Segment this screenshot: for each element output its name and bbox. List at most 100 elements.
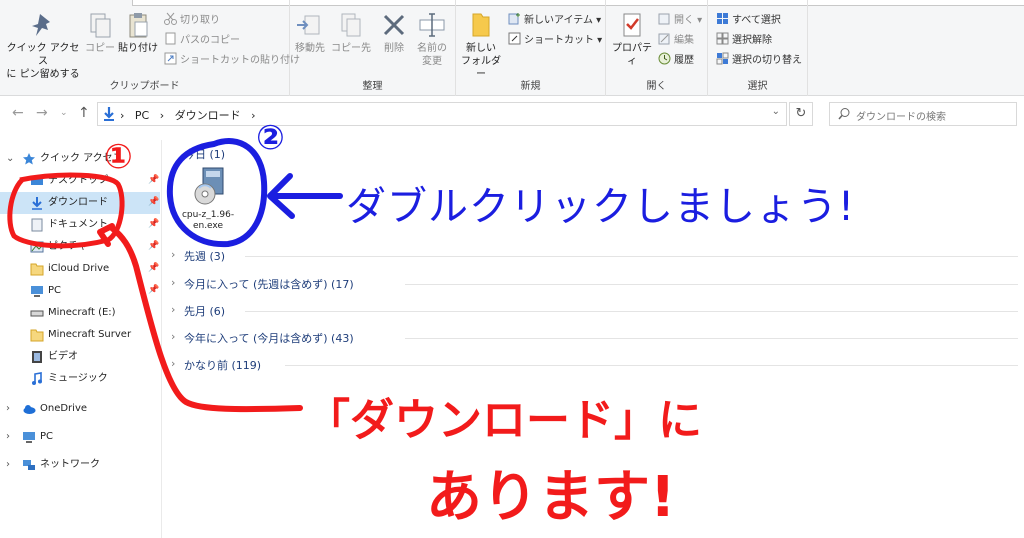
pin-icon: 📌	[148, 197, 160, 207]
select-all-button[interactable]: すべて選択	[716, 12, 781, 28]
copy-path-label: パスのコピー	[180, 35, 240, 46]
new-item-button[interactable]: 新しいアイテム ▾	[508, 12, 601, 28]
new-folder-button[interactable]: 新しい フォルダー	[460, 10, 502, 81]
address-dropdown-icon[interactable]: ⌄	[772, 106, 780, 117]
nav-item-pc-quick[interactable]: PC 📌	[0, 280, 160, 302]
nav-item-videos[interactable]: ビデオ	[0, 346, 160, 368]
breadcrumb-pc[interactable]: PC	[135, 109, 149, 122]
move-to-button[interactable]: 移動先	[290, 10, 330, 55]
clipboard-group: クイック アクセス に ピン留めする コピー 貼り付け 切り取り パスのコピー …	[0, 0, 300, 96]
group-today-label: 今日 (1)	[184, 148, 226, 161]
copy-label: コピー	[85, 43, 115, 54]
back-arrow-icon[interactable]: ←	[12, 105, 24, 121]
copy-button[interactable]: コピー	[82, 10, 118, 55]
edit-icon	[658, 32, 671, 45]
shortcut-icon	[508, 32, 521, 45]
pictures-icon	[30, 240, 44, 254]
select-none-icon	[716, 32, 729, 45]
invert-selection-button[interactable]: 選択の切り替え	[716, 52, 802, 68]
select-none-button[interactable]: 選択解除	[716, 32, 772, 48]
paste-shortcut-button[interactable]: ショートカットの貼り付け	[164, 52, 300, 68]
nav-item-desktop[interactable]: デスクトップ 📌	[0, 170, 160, 192]
nav-item-minecraft-server[interactable]: Minecraft Surver	[0, 324, 160, 346]
nav-item-pictures[interactable]: ピクチャ 📌	[0, 236, 160, 258]
group-this-year-label: 今年に入って (今月は含めず) (43)	[184, 332, 354, 345]
delete-button[interactable]: 削除	[376, 10, 412, 55]
group-this-month[interactable]: › 今月に入って (先週は含めず) (17)	[165, 274, 1024, 294]
properties-icon	[617, 10, 647, 40]
history-button[interactable]: 履歴	[658, 52, 694, 68]
group-divider	[245, 311, 1018, 312]
organize-group: 移動先 コピー先 削除 名前の 変更 整理	[290, 0, 456, 96]
pin-to-quick-access-button[interactable]: クイック アクセス に ピン留めする	[4, 10, 82, 81]
group-last-month[interactable]: › 先月 (6)	[165, 301, 1024, 321]
search-input[interactable]: ダウンロードの検索	[829, 102, 1017, 126]
nav-item-music[interactable]: ミュージック	[0, 368, 160, 390]
copy-to-button[interactable]: コピー先	[330, 10, 372, 55]
edit-label: 編集	[674, 35, 694, 46]
properties-label: プロパティ	[612, 43, 652, 67]
search-icon	[838, 107, 851, 123]
nav-item-label: ピクチャ	[48, 241, 88, 252]
open-group: プロパティ 開く ▾ 編集 履歴 開く	[606, 0, 708, 96]
nav-quick-access[interactable]: ⌄ クイック アクセス	[0, 148, 160, 170]
group-today[interactable]: 今日 (1)	[165, 144, 1024, 164]
downloads-location-annotation-line1: 「ダウンロード」に	[306, 395, 702, 446]
select-all-icon	[716, 12, 729, 25]
move-to-label: 移動先	[295, 43, 325, 54]
copy-to-label: コピー先	[331, 43, 371, 54]
pin-icon: 📌	[148, 241, 160, 251]
copy-icon	[85, 10, 115, 40]
group-last-week[interactable]: › 先週 (3)	[165, 246, 1024, 266]
breadcrumb-downloads[interactable]: ダウンロード	[175, 109, 241, 122]
pin-icon: 📌	[148, 175, 160, 185]
select-all-label: すべて選択	[732, 15, 781, 26]
copy-path-button[interactable]: パスのコピー	[164, 32, 240, 48]
folder-icon	[466, 10, 496, 40]
desktop-icon	[30, 174, 44, 188]
collapsed-chevron-icon: ›	[6, 403, 10, 414]
network-icon	[22, 458, 36, 472]
nav-item-documents[interactable]: ドキュメント 📌	[0, 214, 160, 236]
group-long-ago[interactable]: › かなり前 (119)	[165, 355, 1024, 375]
cut-button[interactable]: 切り取り	[164, 12, 220, 28]
select-none-label: 選択解除	[732, 35, 772, 46]
number-two-annotation: ②	[256, 118, 285, 158]
group-divider	[245, 256, 1018, 257]
easy-access-button[interactable]: ショートカット ▾	[508, 32, 602, 48]
open-button[interactable]: 開く ▾	[658, 12, 702, 28]
breadcrumb-sep-end: ›	[251, 109, 256, 122]
new-group: 新しい フォルダー 新しいアイテム ▾ ショートカット ▾ 新規	[456, 0, 606, 96]
paste-button[interactable]: 貼り付け	[118, 10, 158, 55]
collapsed-chevron-icon: ›	[171, 303, 176, 316]
group-this-month-label: 今月に入って (先週は含めず) (17)	[184, 278, 354, 291]
organize-group-label: 整理	[362, 81, 383, 92]
file-item[interactable]: cpu-z_1.96- en.exe	[171, 166, 245, 244]
history-icon	[658, 52, 671, 65]
nav-network[interactable]: › ネットワーク	[0, 454, 160, 476]
edit-button[interactable]: 編集	[658, 32, 694, 48]
group-this-year[interactable]: › 今年に入って (今月は含めず) (43)	[165, 328, 1024, 348]
up-arrow-icon[interactable]: ↑	[78, 105, 90, 121]
file-name-line1: cpu-z_1.96-	[181, 210, 235, 220]
recent-chevron-icon[interactable]: ⌄	[60, 108, 68, 118]
nav-item-downloads[interactable]: ダウンロード 📌	[0, 192, 160, 214]
breadcrumb-sep-root: ›	[120, 109, 125, 122]
address-bar[interactable]: › PC › ダウンロード › ⌄	[97, 102, 787, 126]
group-long-ago-label: かなり前 (119)	[184, 359, 262, 372]
rename-button[interactable]: 名前の 変更	[412, 10, 452, 68]
forward-arrow-icon[interactable]: →	[36, 105, 48, 121]
nav-item-label: ダウンロード	[48, 197, 108, 208]
paste-shortcut-label: ショートカットの貼り付け	[180, 55, 300, 66]
nav-pc[interactable]: › PC	[0, 426, 160, 448]
properties-button[interactable]: プロパティ	[610, 10, 654, 68]
nav-item-icloud-drive[interactable]: iCloud Drive 📌	[0, 258, 160, 280]
nav-item-label: PC	[48, 285, 62, 296]
refresh-button[interactable]: ↻	[789, 102, 813, 126]
invert-selection-icon	[716, 52, 729, 65]
nav-onedrive[interactable]: › OneDrive	[0, 398, 160, 420]
rename-label-line2: 変更	[422, 56, 442, 67]
group-divider	[285, 365, 1018, 366]
nav-item-minecraft-drive[interactable]: Minecraft (E:)	[0, 302, 160, 324]
cloud-icon	[22, 402, 36, 416]
